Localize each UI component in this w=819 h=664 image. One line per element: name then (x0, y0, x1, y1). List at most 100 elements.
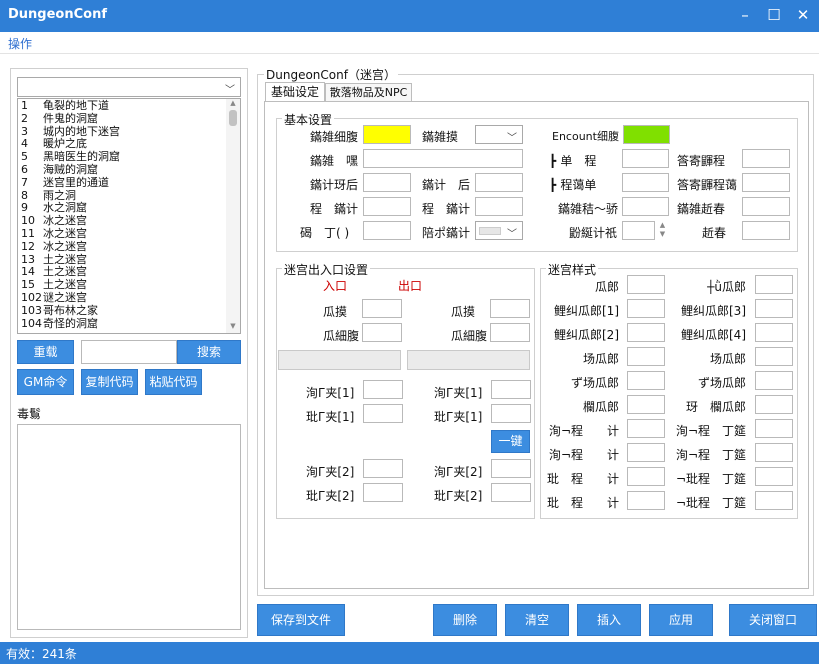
maze-style-input[interactable] (755, 275, 793, 294)
list-item[interactable]: 15 土之迷宫 (21, 279, 87, 291)
maze-style-input[interactable] (755, 299, 793, 318)
maze-style-input[interactable] (755, 395, 793, 414)
clear-button[interactable]: 清空 (505, 604, 569, 636)
list-item[interactable]: 3 城内的地下迷宫 (21, 125, 120, 138)
out-fu-input[interactable] (490, 323, 530, 342)
list-item[interactable]: 102谜之迷宫 (21, 292, 87, 304)
maze-style-input[interactable] (627, 491, 665, 510)
r4c2-input[interactable] (475, 197, 523, 216)
list-scrollbar[interactable]: ▲ ▼ (226, 99, 240, 333)
maze-style-input[interactable] (627, 395, 665, 414)
label-r3c3a: ┣ 程蔼单 (549, 178, 597, 192)
out-p1-input[interactable] (491, 380, 531, 399)
notes-textarea[interactable] (17, 424, 241, 630)
insert-button[interactable]: 插入 (577, 604, 641, 636)
r5c3a-spinner[interactable] (622, 221, 655, 240)
copy-code-button[interactable]: 复制代码 (81, 369, 138, 395)
maze-style-input[interactable] (755, 347, 793, 366)
color-swatch-green[interactable] (623, 125, 670, 144)
maze-style-input[interactable] (755, 419, 793, 438)
maze-style-input[interactable] (627, 419, 665, 438)
in-mo-input[interactable] (362, 299, 402, 318)
maze-style-input[interactable] (755, 491, 793, 510)
list-item-name: 暖炉之底 (43, 137, 87, 151)
list-item[interactable]: 14 土之迷宫 (21, 266, 87, 278)
search-input[interactable] (81, 340, 177, 364)
maximize-icon[interactable]: ☐ (765, 6, 783, 24)
one-key-button[interactable]: 一键 (491, 430, 530, 453)
spinner-arrows-icon[interactable]: ▲ ▼ (656, 221, 669, 240)
maze-style-input[interactable] (755, 467, 793, 486)
list-item[interactable]: 10 冰之迷宫 (21, 215, 87, 227)
menu-operate[interactable]: 操作 (8, 35, 32, 52)
r3c1-input[interactable] (363, 173, 411, 192)
color-swatch-yellow[interactable] (363, 125, 411, 144)
apply-button[interactable]: 应用 (649, 604, 713, 636)
maze-style-input[interactable] (755, 323, 793, 342)
r2c3b-input[interactable] (742, 149, 790, 168)
in-p1-input[interactable] (363, 380, 403, 399)
close-icon[interactable]: ✕ (794, 6, 812, 24)
maze-style-input[interactable] (755, 371, 793, 390)
save-to-file-button[interactable]: 保存到文件 (257, 604, 345, 636)
r4c1-input[interactable] (363, 197, 411, 216)
r2c3a-input[interactable] (622, 149, 669, 168)
maze-style-input[interactable] (627, 299, 665, 318)
menu-bar: 操作 (0, 32, 819, 54)
maze-style-input[interactable] (755, 443, 793, 462)
maze-style-input[interactable] (627, 371, 665, 390)
out-mo-input[interactable] (490, 299, 530, 318)
in-p2-input[interactable] (363, 459, 403, 478)
reload-button[interactable]: 重载 (17, 340, 74, 364)
list-item[interactable]: 12 冰之迷宫 (21, 240, 87, 253)
out-p2-input[interactable] (491, 459, 531, 478)
list-item[interactable]: 5 黑暗医生的洞窟 (21, 151, 120, 163)
list-item[interactable]: 7 迷宫里的通道 (21, 176, 109, 189)
label-r3c3b: 筨寄鼲程蔼 (677, 178, 738, 192)
r3c3a-input[interactable] (622, 173, 669, 192)
r3c2-input[interactable] (475, 173, 523, 192)
r5c3b-input[interactable] (742, 221, 790, 240)
list-item[interactable]: 4 暖炉之底 (21, 138, 87, 150)
entrance-title: 迷宫出入口设置 (282, 261, 371, 278)
in-q1-label: 玭Г夹[1] (306, 410, 355, 424)
gm-command-button[interactable]: GM命令 (17, 369, 74, 395)
list-item[interactable]: 13 土之迷宫 (21, 253, 87, 266)
r5c2-dropdown[interactable]: ﹀ (475, 221, 523, 240)
maze-style-input[interactable] (627, 323, 665, 342)
list-item[interactable]: 103哥布林之家 (21, 304, 98, 317)
list-item[interactable]: 6 海贼的洞窟 (21, 164, 98, 176)
maze-style-input[interactable] (627, 467, 665, 486)
list-item[interactable]: 104奇怪的洞窟 (21, 317, 98, 330)
maze-style-input[interactable] (627, 443, 665, 462)
list-item[interactable]: 2 件鬼的洞窟 (21, 112, 98, 125)
r4c3b-input[interactable] (742, 197, 790, 216)
maze-style-input[interactable] (627, 275, 665, 294)
close-window-button[interactable]: 关闭窗口 (729, 604, 817, 636)
search-button[interactable]: 搜索 (177, 340, 241, 364)
delete-button[interactable]: 删除 (433, 604, 497, 636)
out-q2-input[interactable] (491, 483, 531, 502)
list-item-number: 4 (21, 137, 28, 151)
list-item[interactable]: 8 雨之洞 (21, 189, 76, 202)
r2c1-input[interactable] (363, 149, 523, 168)
r5c1-input[interactable] (363, 221, 411, 240)
out-q1-input[interactable] (491, 404, 531, 423)
out-readonly-field (407, 350, 530, 370)
r3c3b-input[interactable] (742, 173, 790, 192)
in-fu-input[interactable] (362, 323, 402, 342)
tab-basic-settings[interactable]: 基础设定 (265, 82, 325, 102)
paste-code-button[interactable]: 粘贴代码 (145, 369, 202, 395)
dungeon-list[interactable]: 1 龟裂的地下道 2 件鬼的洞窟 3 城内的地下迷宫 4 暖炉之底 5 黑暗医生的洞窟 6 海贼的洞窟… (17, 98, 241, 334)
minimize-icon[interactable]: – (736, 6, 754, 24)
r1c2-dropdown[interactable]: ﹀ (475, 125, 523, 144)
r4c3a-input[interactable] (622, 197, 669, 216)
maze-style-input[interactable] (627, 347, 665, 366)
list-item[interactable]: 11 冰之迷宫 (21, 228, 87, 240)
in-q1-input[interactable] (363, 404, 403, 423)
list-item[interactable]: 1 龟裂的地下道 (21, 100, 109, 112)
tab-items-npc[interactable]: 散落物品及NPC (325, 83, 412, 102)
list-item[interactable]: 9 水之洞窟 (21, 202, 87, 214)
in-q2-input[interactable] (363, 483, 403, 502)
filter-dropdown[interactable]: ﹀ (17, 77, 241, 97)
